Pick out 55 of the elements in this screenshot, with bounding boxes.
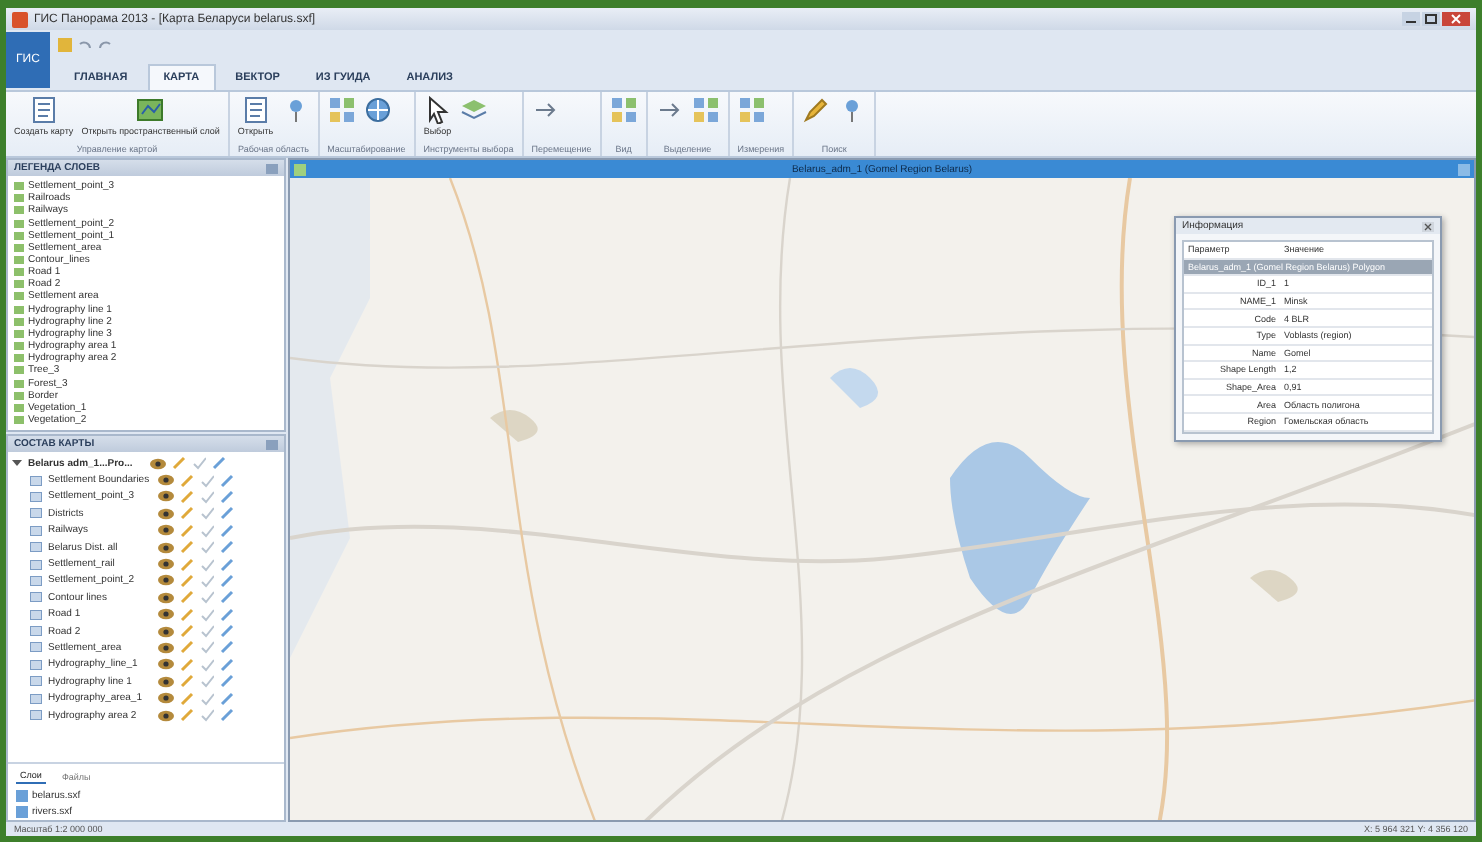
map-icon	[294, 163, 306, 175]
eye-icon[interactable]	[158, 625, 174, 638]
pencil-icon[interactable]	[802, 96, 831, 124]
legend-swatch-icon	[14, 280, 24, 289]
eye-icon[interactable]	[158, 541, 174, 554]
legend-swatch-icon	[14, 243, 24, 252]
maximize-icon[interactable]	[1422, 12, 1440, 26]
legend-swatch-icon	[14, 354, 24, 363]
eye-icon[interactable]	[158, 507, 174, 520]
layers-icon[interactable]	[459, 96, 488, 124]
eye-icon[interactable]	[158, 591, 174, 604]
legend-swatch-icon	[14, 256, 24, 265]
legend-swatch-icon	[14, 391, 24, 400]
grid-icon[interactable]	[327, 96, 356, 124]
eye-icon[interactable]	[158, 709, 174, 722]
globe-icon[interactable]	[363, 96, 392, 124]
legend-swatch-icon	[14, 194, 24, 203]
eye-icon[interactable]	[158, 474, 174, 487]
legend-swatch-icon	[14, 219, 24, 228]
grid-icon[interactable]	[691, 96, 720, 124]
legend-swatch-icon	[14, 231, 24, 240]
legend-swatch-icon	[14, 305, 24, 314]
legend-swatch-icon	[14, 292, 24, 301]
grid-icon[interactable]	[737, 96, 766, 124]
map-icon	[136, 96, 165, 124]
eye-icon[interactable]	[158, 574, 174, 587]
eye-icon[interactable]	[158, 558, 174, 571]
legend-swatch-icon	[14, 317, 24, 326]
legend-swatch-icon	[14, 403, 24, 412]
legend-swatch-icon	[14, 182, 24, 191]
eye-icon[interactable]	[158, 641, 174, 654]
eye-icon[interactable]	[158, 524, 174, 537]
save-icon[interactable]	[58, 37, 72, 51]
legend-swatch-icon	[14, 206, 24, 215]
eye-icon[interactable]	[158, 490, 174, 503]
legend-swatch-icon	[14, 268, 24, 277]
document-icon	[241, 96, 270, 124]
eye-icon[interactable]	[158, 692, 174, 705]
undo-icon[interactable]	[78, 37, 92, 51]
document-icon	[29, 96, 58, 124]
collapse-icon[interactable]	[12, 458, 22, 469]
eye-icon[interactable]	[158, 675, 174, 688]
eye-icon[interactable]	[158, 608, 174, 621]
legend-swatch-icon	[14, 379, 24, 388]
eye-icon[interactable]	[158, 658, 174, 671]
grid-icon[interactable]	[609, 96, 638, 124]
app-icon	[12, 11, 28, 27]
legend-swatch-icon	[14, 329, 24, 338]
redo-icon[interactable]	[98, 37, 112, 51]
legend-swatch-icon	[14, 416, 24, 425]
minimize-icon[interactable]	[1402, 12, 1420, 26]
legend-swatch-icon	[14, 366, 24, 375]
cursor-icon	[423, 96, 452, 124]
legend-swatch-icon	[14, 342, 24, 351]
eye-icon[interactable]	[150, 457, 166, 470]
